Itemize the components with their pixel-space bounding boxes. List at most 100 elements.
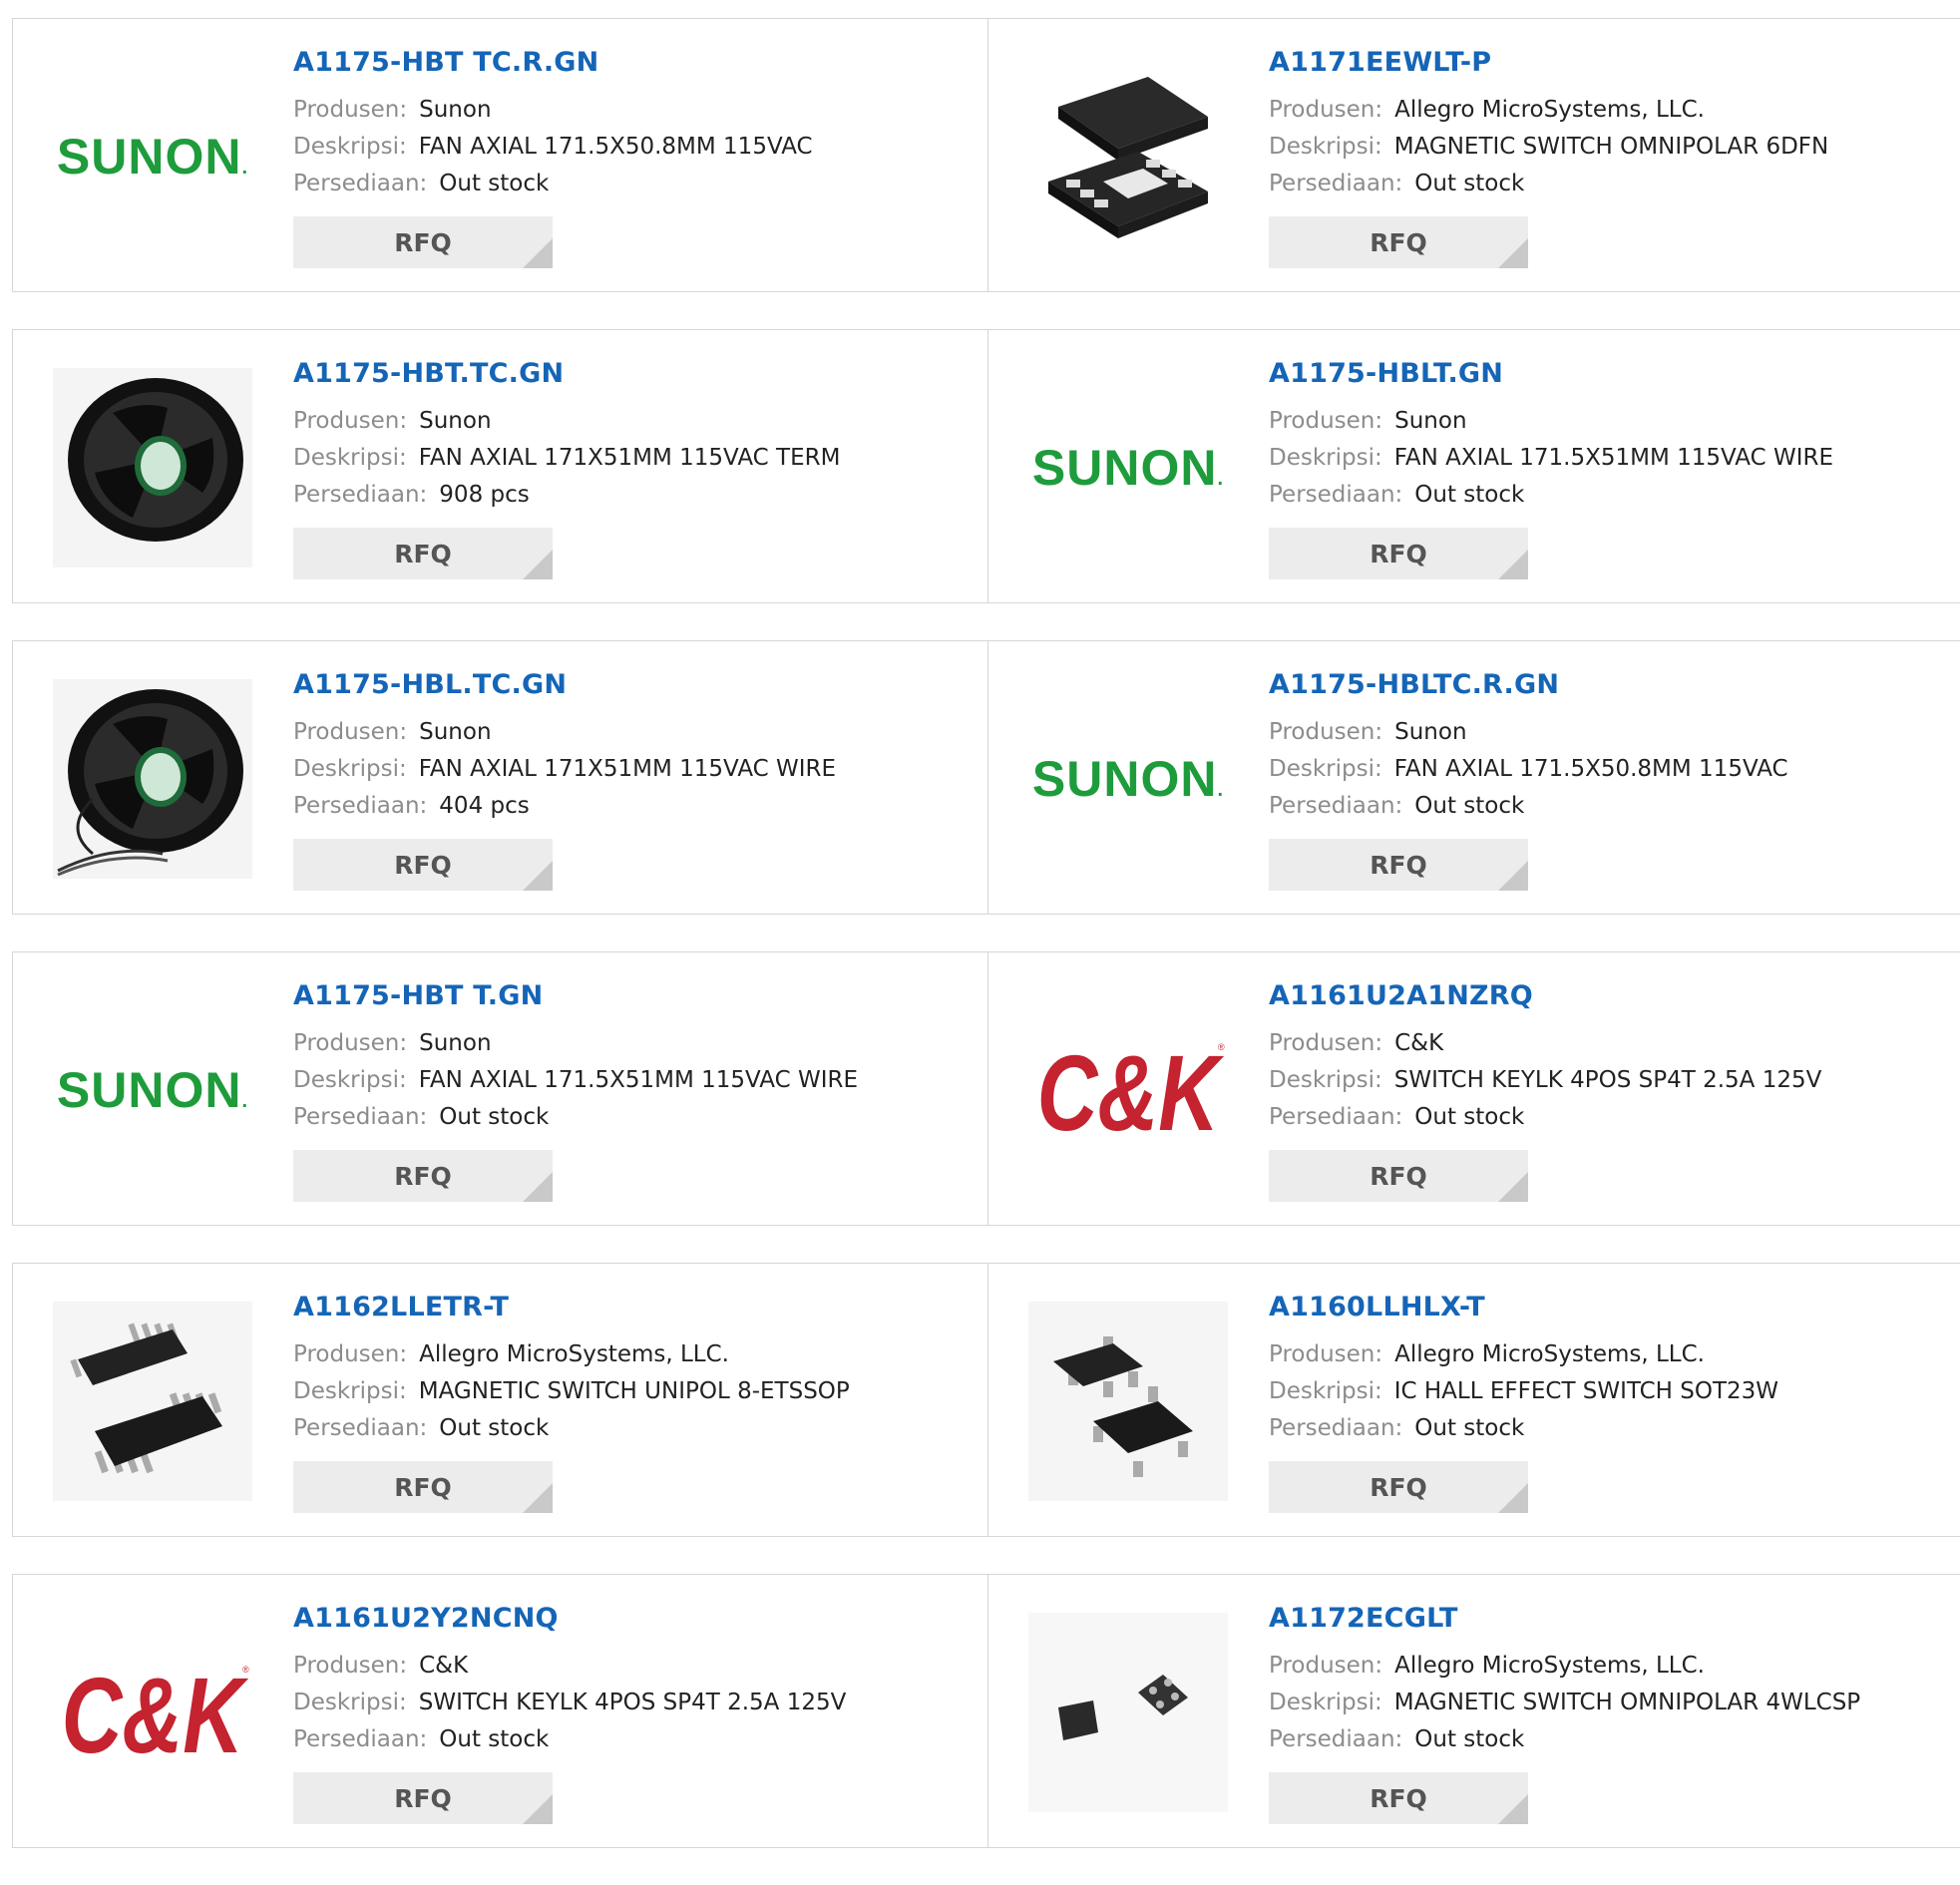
description-row: Deskripsi: IC HALL EFFECT SWITCH SOT23W (1269, 1373, 1942, 1410)
rfq-label: RFQ (1370, 850, 1427, 880)
product-image[interactable]: C&K ® (53, 1613, 252, 1812)
rfq-label: RFQ (1370, 1783, 1427, 1813)
rfq-label: RFQ (394, 850, 452, 880)
description-value: FAN AXIAL 171X51MM 115VAC WIRE (418, 756, 837, 782)
rfq-button[interactable]: RFQ (1269, 216, 1528, 268)
manufacturer-label: Produsen: (1269, 1341, 1383, 1367)
rfq-button[interactable]: RFQ (1269, 1150, 1528, 1202)
product-card: A1171EEWLT-P Produsen: Allegro MicroSyste… (987, 19, 1960, 291)
part-number-link[interactable]: A1175-HBLT.GN (1269, 358, 1942, 389)
description-label: Deskripsi: (293, 1067, 407, 1093)
manufacturer-label: Produsen: (1269, 1030, 1383, 1056)
product-image[interactable] (1028, 1613, 1228, 1812)
manufacturer-row: Produsen: Allegro MicroSystems, LLC. (293, 1336, 968, 1373)
manufacturer-value: Sunon (1394, 719, 1467, 745)
part-number-link[interactable]: A1175-HBT.TC.GN (293, 358, 968, 389)
part-number-link[interactable]: A1175-HBL.TC.GN (293, 669, 968, 700)
product-card: SUNON. A1175-HBLT.GN Produsen: Sunon Desk… (987, 330, 1960, 602)
part-number-link[interactable]: A1175-HBT T.GN (293, 980, 968, 1011)
product-info: A1175-HBT T.GN Produsen: Sunon Deskripsi:… (293, 980, 968, 1202)
part-number-link[interactable]: A1161U2Y2NCNQ (293, 1603, 968, 1634)
description-label: Deskripsi: (293, 134, 407, 160)
sunon-logo: SUNON. (56, 129, 249, 185)
rfq-button[interactable]: RFQ (1269, 1772, 1528, 1824)
description-value: SWITCH KEYLK 4POS SP4T 2.5A 125V (418, 1690, 847, 1715)
corner-triangle-icon (523, 550, 553, 579)
manufacturer-value: Sunon (419, 1030, 492, 1056)
stock-value: Out stock (1414, 793, 1525, 819)
product-image[interactable]: SUNON. (1028, 368, 1228, 567)
part-number-link[interactable]: A1171EEWLT-P (1269, 47, 1942, 78)
product-row: SUNON. A1175-HBT TC.R.GN Produsen: Sunon … (12, 18, 1960, 292)
ck-logo: C&K® (1037, 1032, 1225, 1150)
product-info: A1175-HBT.TC.GN Produsen: Sunon Deskripsi… (293, 358, 968, 579)
rfq-button[interactable]: RFQ (1269, 1461, 1528, 1513)
product-info: A1175-HBL.TC.GN Produsen: Sunon Deskripsi… (293, 669, 968, 891)
description-value: FAN AXIAL 171.5X50.8MM 115VAC (1393, 756, 1788, 782)
stock-label: Persediaan: (1269, 1104, 1403, 1130)
sunon-logo: SUNON. (56, 1062, 249, 1118)
manufacturer-value: Sunon (419, 97, 492, 123)
stock-value: Out stock (1414, 1415, 1525, 1441)
product-card: C&K ® A1161U2A1NZRQ Produsen: C&K Deskrips… (987, 952, 1960, 1225)
ck-logo-text: C&K (62, 1655, 249, 1772)
manufacturer-value: Sunon (1394, 408, 1467, 434)
ck-logo: C&K® (62, 1655, 249, 1772)
product-info: A1172ECGLT Produsen: Allegro MicroSystems… (1269, 1603, 1942, 1824)
stock-row: Persediaan: Out stock (293, 166, 968, 202)
rfq-button[interactable]: RFQ (1269, 528, 1528, 579)
stock-label: Persediaan: (1269, 482, 1403, 508)
rfq-button[interactable]: RFQ (293, 1772, 553, 1824)
part-number-link[interactable]: A1161U2A1NZRQ (1269, 980, 1942, 1011)
part-number-link[interactable]: A1160LLHLX-T (1269, 1292, 1942, 1322)
description-row: Deskripsi: SWITCH KEYLK 4POS SP4T 2.5A 12… (1269, 1062, 1942, 1099)
product-row: A1175-HBT.TC.GN Produsen: Sunon Deskripsi… (12, 329, 1960, 603)
corner-triangle-icon (523, 861, 553, 891)
product-info: A1171EEWLT-P Produsen: Allegro MicroSyste… (1269, 47, 1942, 268)
rfq-button[interactable]: RFQ (293, 1150, 553, 1202)
sunon-logo-text: SUNON (1031, 751, 1218, 807)
product-image[interactable]: C&K ® (1028, 990, 1228, 1190)
part-number-link[interactable]: A1175-HBLTC.R.GN (1269, 669, 1942, 700)
manufacturer-label: Produsen: (293, 1030, 408, 1056)
product-image[interactable]: SUNON. (53, 990, 252, 1190)
manufacturer-row: Produsen: Allegro MicroSystems, LLC. (1269, 92, 1942, 129)
description-value: FAN AXIAL 171X51MM 115VAC TERM (418, 445, 841, 471)
corner-triangle-icon (523, 1483, 553, 1513)
product-image[interactable]: SUNON. (1028, 679, 1228, 879)
product-image[interactable] (1028, 1302, 1228, 1501)
manufacturer-value: Allegro MicroSystems, LLC. (1394, 1653, 1705, 1679)
stock-value: Out stock (439, 1104, 550, 1130)
product-image[interactable] (53, 368, 252, 567)
stock-label: Persediaan: (293, 171, 428, 196)
product-image[interactable]: SUNON. (53, 57, 252, 256)
corner-triangle-icon (1498, 861, 1528, 891)
part-number-link[interactable]: A1172ECGLT (1269, 1603, 1942, 1634)
stock-label: Persediaan: (293, 1726, 428, 1752)
rfq-button[interactable]: RFQ (293, 216, 553, 268)
product-image[interactable] (53, 1302, 252, 1501)
rfq-button[interactable]: RFQ (293, 839, 553, 891)
rfq-button[interactable]: RFQ (1269, 839, 1528, 891)
description-label: Deskripsi: (1269, 1378, 1382, 1404)
manufacturer-row: Produsen: C&K (1269, 1025, 1942, 1062)
manufacturer-value: C&K (1394, 1030, 1444, 1056)
corner-triangle-icon (1498, 1172, 1528, 1202)
stock-row: Persediaan: Out stock (1269, 788, 1942, 825)
axial-fan-image (53, 368, 252, 567)
rfq-button[interactable]: RFQ (293, 528, 553, 579)
manufacturer-label: Produsen: (1269, 719, 1383, 745)
rfq-label: RFQ (1370, 1472, 1427, 1502)
rfq-button[interactable]: RFQ (293, 1461, 553, 1513)
stock-row: Persediaan: Out stock (1269, 166, 1942, 202)
manufacturer-value: Sunon (419, 719, 492, 745)
manufacturer-label: Produsen: (293, 408, 408, 434)
corner-triangle-icon (523, 1794, 553, 1824)
product-image[interactable] (53, 679, 252, 879)
description-label: Deskripsi: (1269, 134, 1382, 160)
corner-triangle-icon (1498, 550, 1528, 579)
product-image[interactable] (1028, 57, 1228, 256)
stock-row: Persediaan: 908 pcs (293, 477, 968, 514)
part-number-link[interactable]: A1175-HBT TC.R.GN (293, 47, 968, 78)
part-number-link[interactable]: A1162LLETR-T (293, 1292, 968, 1322)
